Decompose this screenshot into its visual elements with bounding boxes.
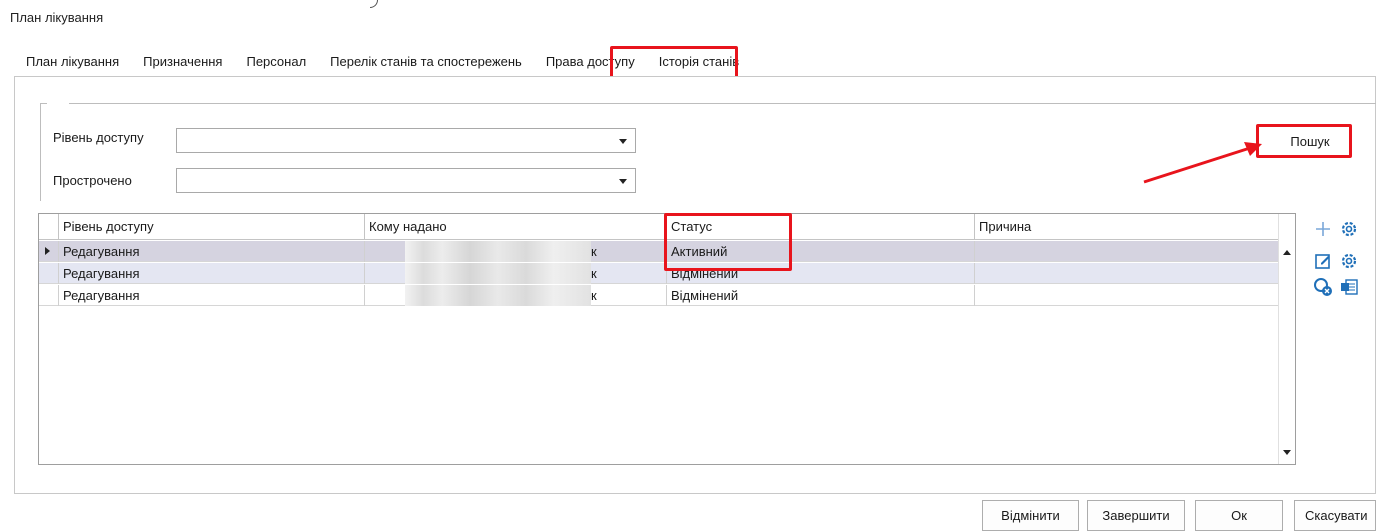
row-selector[interactable] [39, 285, 59, 306]
column-header-status[interactable]: Статус [667, 214, 975, 240]
add-icon[interactable] [1312, 218, 1334, 240]
redacted-name [405, 241, 591, 262]
chevron-down-icon [619, 139, 627, 144]
cell-reason [975, 241, 1279, 262]
ok-button[interactable]: Ок [1195, 500, 1283, 531]
table-header: Рівень доступу Кому надано Статус Причин… [39, 214, 1279, 240]
column-header-granted-to[interactable]: Кому надано [365, 214, 667, 240]
cell-access-level: Редагування [59, 241, 365, 262]
edit-icon[interactable] [1312, 250, 1334, 272]
revoke-button[interactable]: Відмінити [982, 500, 1079, 531]
header-rowselector [39, 214, 59, 240]
access-rights-table: Рівень доступу Кому надано Статус Причин… [38, 213, 1296, 465]
finish-button[interactable]: Завершити [1087, 500, 1185, 531]
window-title: План лікування [10, 10, 104, 25]
granted-to-suffix: к [591, 288, 597, 303]
expired-label: Прострочено [53, 173, 132, 188]
cell-granted-to: к [365, 285, 667, 306]
tab-conditions-history[interactable]: Історія станів [647, 50, 751, 74]
tab-access-rights[interactable]: Права доступу [533, 50, 647, 74]
table-row[interactable]: Редагування к Активний [39, 241, 1279, 262]
cell-reason [975, 263, 1279, 284]
cell-status: Активний [667, 241, 975, 262]
expired-dropdown[interactable] [176, 168, 636, 193]
granted-to-suffix: к [591, 244, 597, 259]
access-level-dropdown[interactable] [176, 128, 636, 153]
settings-icon[interactable] [1338, 250, 1360, 272]
cell-status: Відмінений [667, 263, 975, 284]
table-row[interactable]: Редагування к Відмінений [39, 285, 1279, 306]
cancel-access-icon[interactable] [1312, 276, 1334, 298]
tab-staff[interactable]: Персонал [234, 50, 318, 74]
scroll-down-icon[interactable] [1283, 450, 1291, 455]
tab-bar: План лікування Призначення Персонал Пере… [14, 50, 751, 74]
cell-granted-to: к [365, 263, 667, 284]
search-button[interactable]: Пошук [1270, 128, 1350, 156]
vertical-scrollbar[interactable] [1278, 214, 1295, 464]
granted-to-suffix: к [591, 266, 597, 281]
annotation-arrow [1143, 142, 1262, 184]
cell-access-level: Редагування [59, 263, 365, 284]
table-row[interactable]: Редагування к Відмінений [39, 263, 1279, 284]
tab-conditions-observations[interactable]: Перелік станів та спостережень [318, 50, 534, 74]
cell-granted-to: к [365, 241, 667, 262]
tab-prescriptions[interactable]: Призначення [131, 50, 234, 74]
row-pointer-icon [45, 247, 50, 255]
row-selector[interactable] [39, 241, 59, 262]
cell-status: Відмінений [667, 285, 975, 306]
redacted-name [405, 285, 591, 306]
cell-access-level: Редагування [59, 285, 365, 306]
row-selector[interactable] [39, 263, 59, 284]
access-level-label: Рівень доступу [53, 130, 144, 145]
chevron-down-icon [619, 179, 627, 184]
column-header-access-level[interactable]: Рівень доступу [59, 214, 365, 240]
scroll-up-icon[interactable] [1283, 250, 1291, 255]
column-header-reason[interactable]: Причина [975, 214, 1279, 240]
tab-treatment-plan[interactable]: План лікування [14, 50, 131, 74]
grid-side-toolbar [1312, 214, 1376, 314]
export-icon[interactable] [1338, 276, 1360, 298]
cancel-button[interactable]: Скасувати [1294, 500, 1376, 531]
redacted-name [405, 263, 591, 284]
cell-reason [975, 285, 1279, 306]
settings-icon[interactable] [1338, 218, 1360, 240]
decorative-curve [370, 0, 378, 8]
